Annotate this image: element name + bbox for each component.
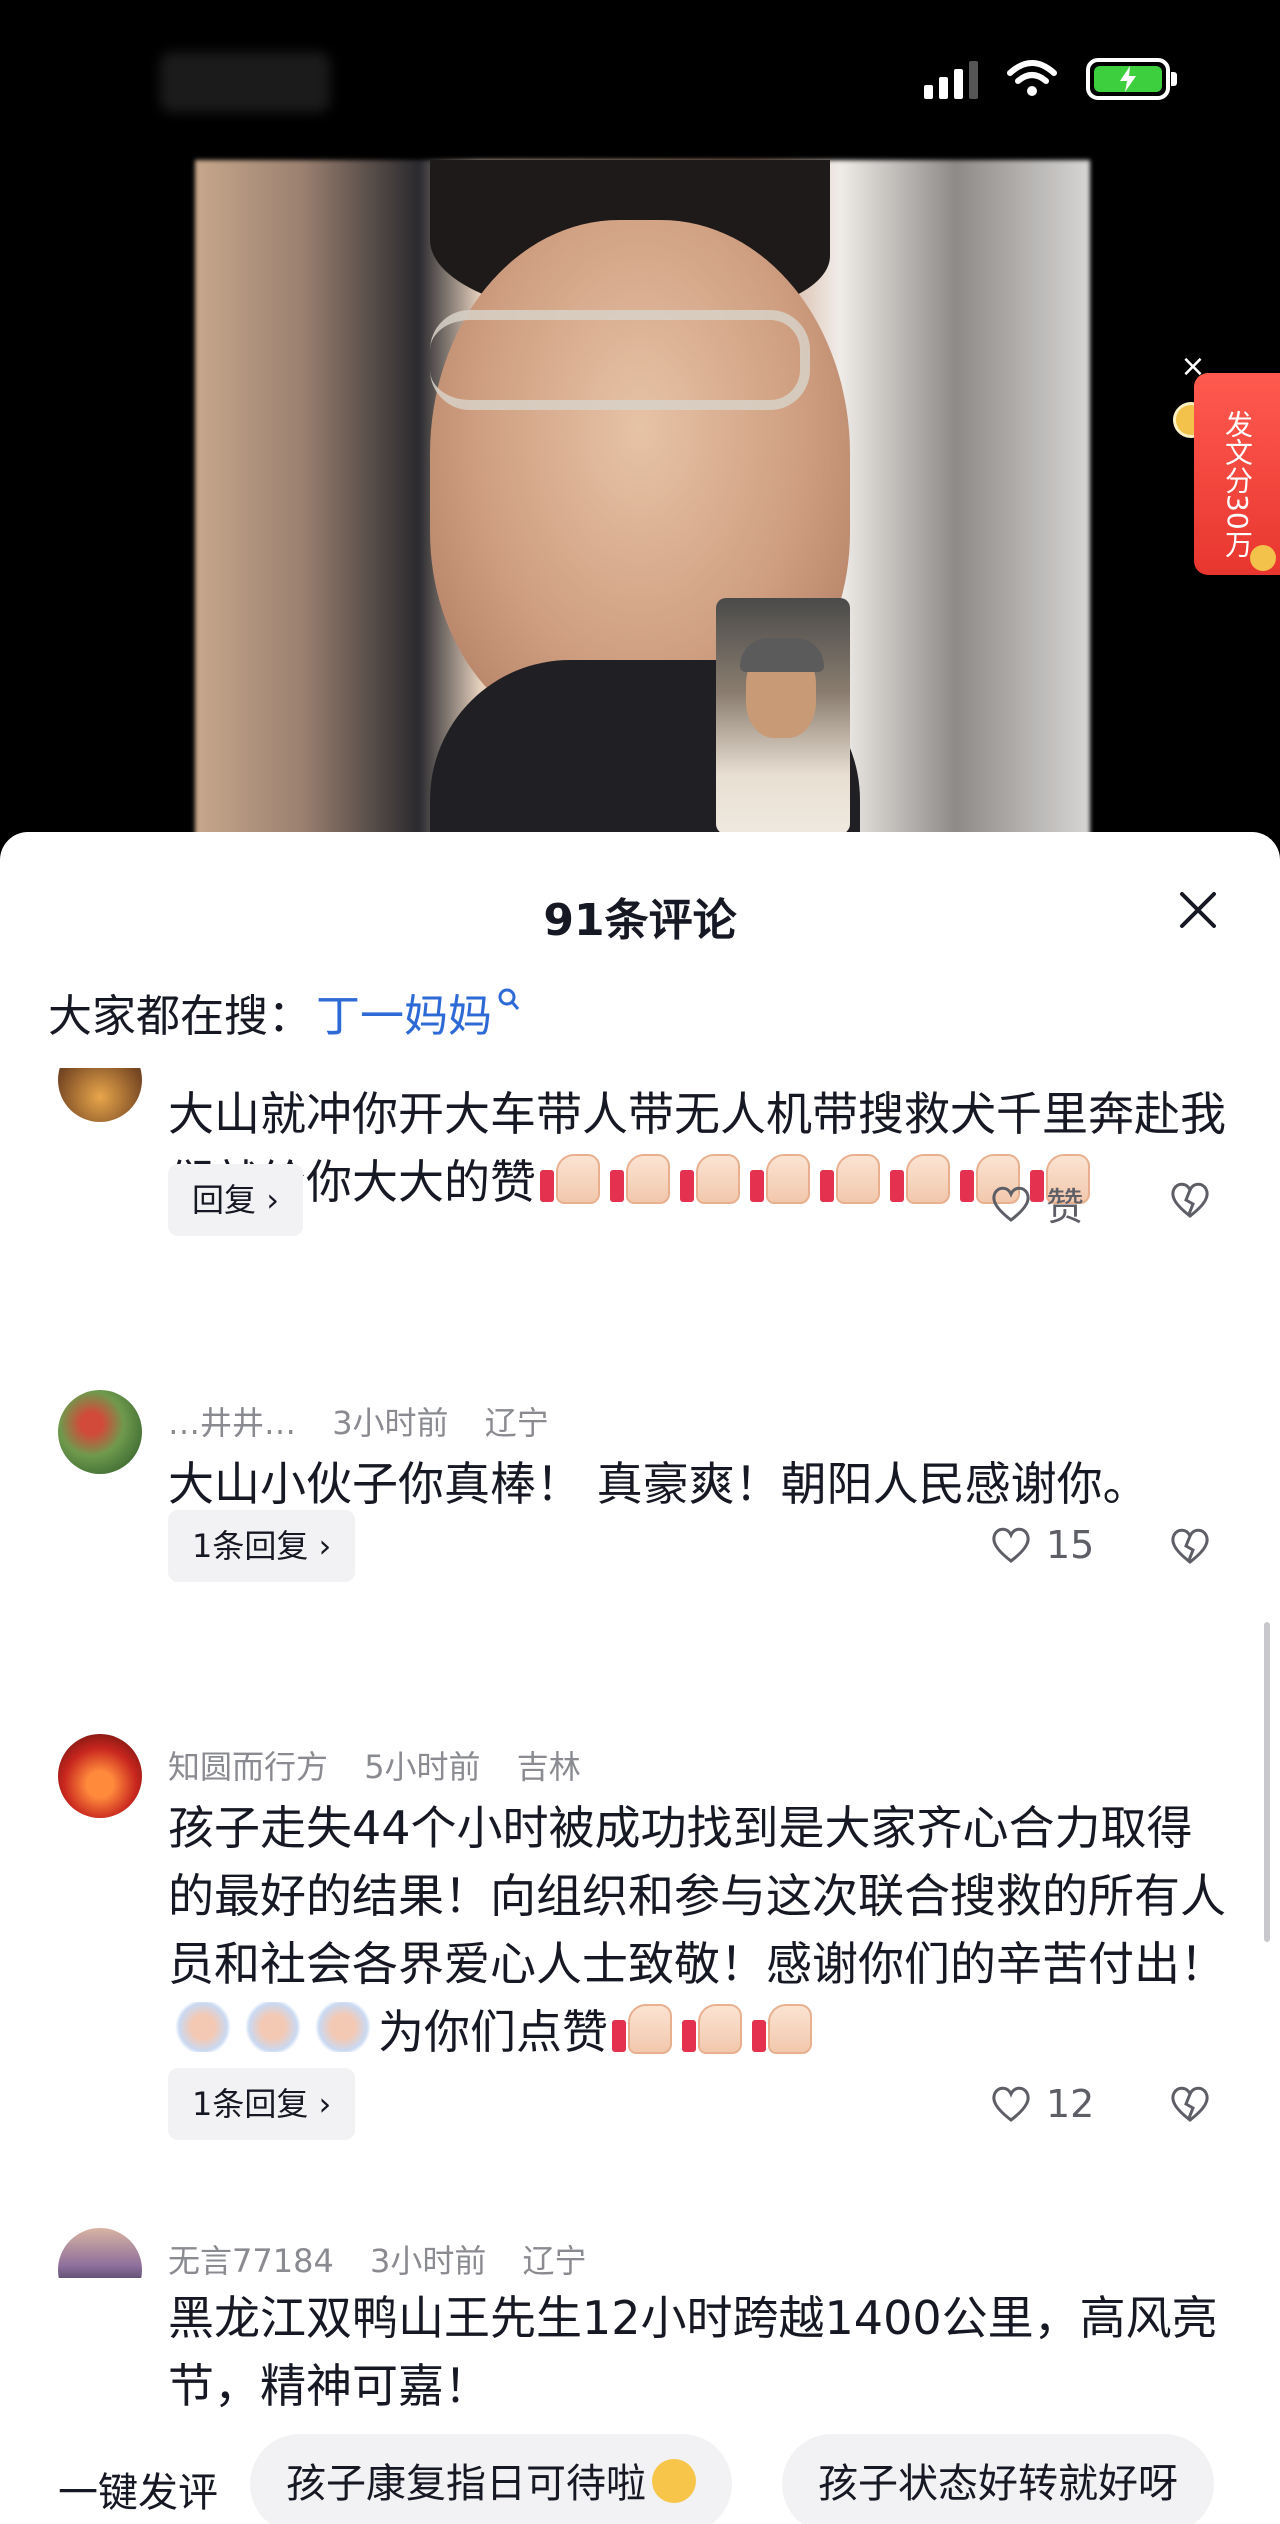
comment-text: 孩子走失44个小时被成功找到是大家齐心合力取得的最好的结果！向组织和参与这次联合…: [168, 1794, 1228, 2066]
comment-meta: …井井… 3小时前 辽宁: [168, 1398, 575, 1444]
wink-emoji-icon: [652, 2459, 696, 2503]
dislike-broken-heart-icon[interactable]: [1168, 2082, 1212, 2126]
video-subject-glasses: [430, 310, 810, 410]
search-icon: [498, 988, 520, 1019]
heart-icon: [992, 2086, 1030, 2122]
comment-location: 辽宁: [484, 1404, 549, 1442]
heart-icon: [992, 1186, 1030, 1222]
avatar[interactable]: [58, 2228, 142, 2278]
scrollbar[interactable]: [1264, 1622, 1270, 1942]
thumbs-up-emoji-row: [608, 2004, 818, 2059]
coin-icon-small: [1250, 545, 1276, 571]
reply-label: 1条回复: [192, 1527, 309, 1565]
thumbs-up-icon: [680, 1148, 742, 1204]
thumbs-up-icon: [540, 1148, 602, 1204]
chip-text: 孩子状态好转就好呀: [818, 2461, 1178, 2507]
like-count: 15: [1046, 1523, 1095, 1567]
quick-comment-chip[interactable]: 孩子状态好转就好呀: [782, 2434, 1214, 2524]
close-icon[interactable]: [1176, 888, 1220, 932]
comment-user[interactable]: 知圆而行方: [168, 1748, 328, 1786]
reply-button[interactable]: 1条回复 ›: [168, 1510, 356, 1582]
reply-label: 回复: [192, 1181, 257, 1219]
like-button[interactable]: 12: [990, 2082, 1094, 2126]
clapping-icon: [242, 2002, 304, 2052]
comment-meta: 无言77184 3小时前 辽宁: [168, 2236, 613, 2282]
chip-text: 孩子康复指日可待啦: [286, 2461, 646, 2507]
thumbs-up-icon: [820, 1148, 882, 1204]
thumbs-up-icon: [682, 1998, 744, 2054]
thumbs-up-icon: [612, 1998, 674, 2054]
comment-list[interactable]: 大山就冲你开大车带人带无人机带搜救犬千里奔赴我们就给你大大的赞 回复 › 赞 ……: [0, 1068, 1280, 2278]
comment-time: 5小时前: [364, 1748, 481, 1786]
wifi-icon: [1007, 60, 1057, 96]
video-call-pip[interactable]: [716, 598, 850, 834]
like-button[interactable]: 赞: [990, 1176, 1084, 1231]
comment-text: 黑龙江双鸭山王先生12小时跨越1400公里，高风亮节，精神可嘉！: [168, 2291, 1218, 2413]
video-player[interactable]: [0, 160, 1280, 840]
dislike-broken-heart-icon[interactable]: [1168, 1524, 1212, 1568]
trending-search-hint: 大家都在搜： 丁一妈妈: [48, 980, 520, 1044]
comment-location: 吉林: [516, 1748, 581, 1786]
thumbs-up-icon: [890, 1148, 952, 1204]
clapping-icon: [312, 2002, 374, 2052]
thumbs-up-icon: [610, 1148, 672, 1204]
reply-button[interactable]: 1条回复 ›: [168, 2068, 356, 2140]
comment-meta: 知圆而行方 5小时前 吉林: [168, 1742, 607, 1788]
status-bar: [0, 0, 1280, 160]
thumbs-up-icon: [750, 1148, 812, 1204]
comment-count-title: 91条评论: [543, 895, 737, 946]
avatar[interactable]: [58, 1734, 142, 1818]
search-hint-prefix: 大家都在搜：: [48, 991, 312, 1042]
quick-comment-chip[interactable]: 孩子康复指日可待啦: [250, 2434, 732, 2524]
clapping-emoji-row: [168, 2002, 378, 2059]
comment-location: 辽宁: [522, 2242, 587, 2280]
reply-label: 1条回复: [192, 2085, 309, 2123]
clapping-icon: [172, 2002, 234, 2052]
like-count: 12: [1046, 2082, 1095, 2126]
avatar[interactable]: [58, 1068, 142, 1122]
comment-time: 3小时前: [332, 1404, 449, 1442]
comment-user[interactable]: …井井…: [168, 1404, 296, 1442]
thumbs-up-icon: [752, 1998, 814, 2054]
like-count: 赞: [1046, 1185, 1085, 1229]
status-time-blurred: [160, 52, 330, 112]
comment-sheet: 91条评论 大家都在搜： 丁一妈妈 大山就冲你开大车带人带无人机带搜救犬千里奔赴…: [0, 832, 1280, 2524]
quick-comment-label: 一键发评: [58, 2470, 218, 2516]
comment-body: 大山小伙子你真棒！ 真豪爽！朝阳人民感谢你。: [168, 1457, 1149, 1511]
comment-body-tail: 为你们点赞: [378, 2005, 608, 2059]
search-keyword-link[interactable]: 丁一妈妈: [316, 980, 492, 1044]
status-icons: [924, 58, 1177, 100]
heart-icon: [992, 1527, 1030, 1563]
comment-body: 孩子走失44个小时被成功找到是大家齐心合力取得的最好的结果！向组织和参与这次联合…: [168, 1801, 1226, 1991]
quick-comment-bar: 一键发评 孩子康复指日可待啦 孩子状态好转就好呀: [0, 2422, 1280, 2524]
comment-time: 3小时前: [369, 2242, 487, 2280]
reply-button[interactable]: 回复 ›: [168, 1164, 303, 1236]
comment-user[interactable]: 无言77184: [168, 2242, 334, 2280]
avatar[interactable]: [58, 1390, 142, 1474]
dislike-broken-heart-icon[interactable]: [1168, 1178, 1212, 1222]
battery-charging-icon: [1086, 58, 1177, 100]
cellular-signal-icon: [924, 59, 978, 99]
like-button[interactable]: 15: [990, 1523, 1094, 1567]
